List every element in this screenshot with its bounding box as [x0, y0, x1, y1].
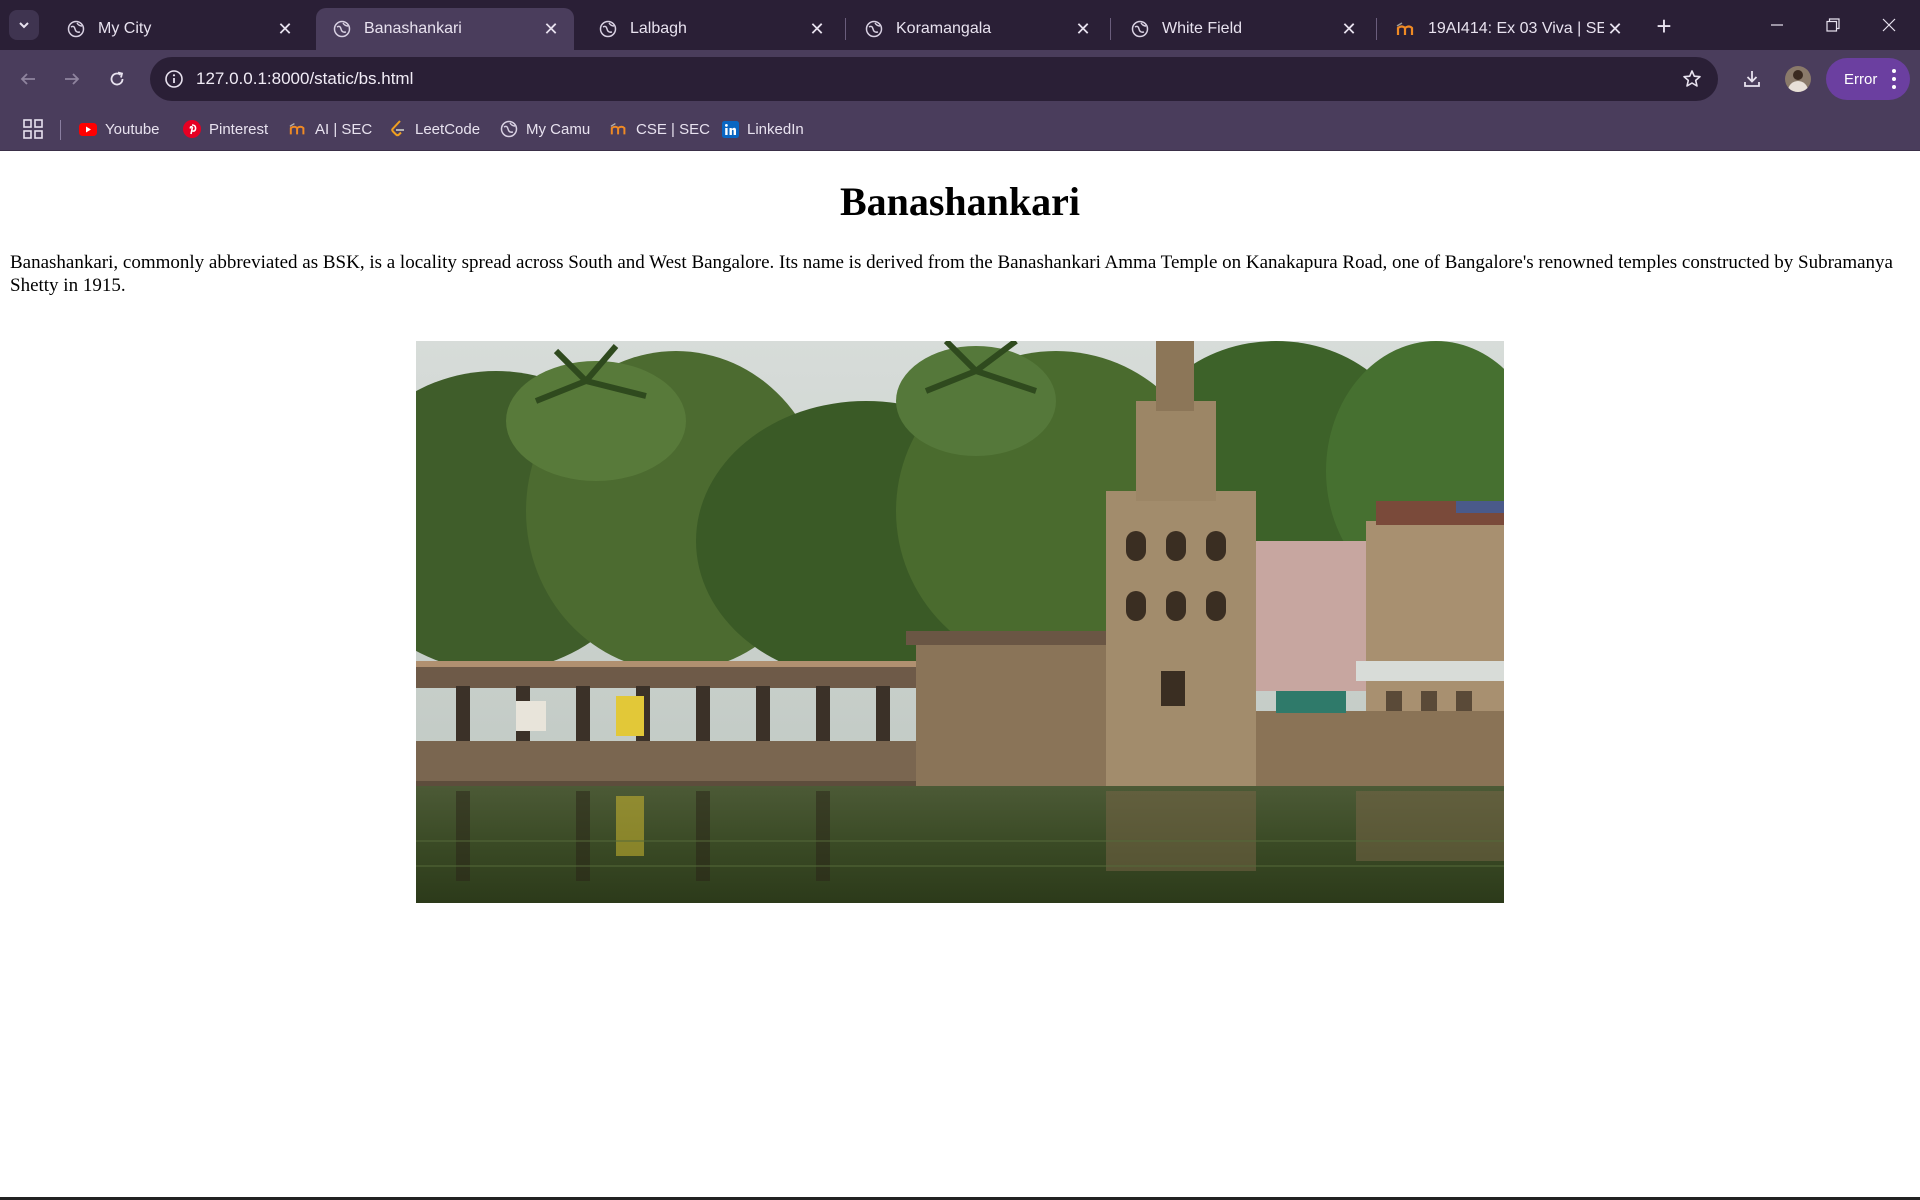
arrow-left-icon	[20, 73, 35, 85]
bookmark-linkedin[interactable]: LinkedIn	[721, 116, 804, 142]
tab-title: Koramangala	[896, 20, 992, 37]
bookmark-label: Youtube	[105, 120, 160, 138]
close-window-button[interactable]	[1867, 8, 1911, 42]
tab-my-city[interactable]: My City ✕	[50, 8, 308, 50]
downloads-button[interactable]	[1738, 65, 1766, 93]
bookmark-pinterest[interactable]: Pinterest	[183, 116, 268, 142]
globe-icon	[598, 19, 618, 39]
chevron-down-icon	[19, 22, 29, 29]
bookmark-label: My Camu	[526, 120, 591, 138]
address-bar[interactable]: 127.0.0.1:8000/static/bs.html	[150, 57, 1718, 101]
bookmark-ai-sec[interactable]: AI | SEC	[289, 116, 372, 142]
tab-koramangala[interactable]: Koramangala ✕	[848, 8, 1106, 50]
moodle-icon	[289, 120, 307, 138]
close-icon[interactable]: ✕	[1604, 18, 1626, 40]
error-menu-button[interactable]: Error	[1826, 58, 1910, 100]
url-text[interactable]: 127.0.0.1:8000/static/bs.html	[196, 69, 413, 89]
temple-photo	[416, 341, 1504, 903]
bookmarks-separator	[60, 120, 61, 140]
bookmark-label: AI | SEC	[315, 120, 373, 138]
close-icon	[1882, 18, 1896, 32]
close-icon[interactable]: ✕	[1338, 18, 1360, 40]
globe-icon	[332, 19, 352, 39]
tab-search-button[interactable]	[9, 10, 39, 40]
bookmark-label: LeetCode	[415, 120, 481, 138]
close-icon[interactable]: ✕	[1072, 18, 1094, 40]
browser-toolbar: 127.0.0.1:8000/static/bs.html Error	[0, 50, 1920, 108]
linkedin-icon	[721, 120, 739, 138]
new-tab-button[interactable]: +	[1650, 10, 1678, 41]
bookmark-youtube[interactable]: Youtube	[79, 116, 160, 142]
bookmarks-bar: Youtube Pinterest AI | SEC LeetCode My C…	[0, 108, 1920, 151]
page-content: Banashankari Banashankari, commonly abbr…	[0, 151, 1920, 1200]
forward-button[interactable]	[56, 63, 88, 95]
restore-icon	[1826, 18, 1840, 32]
bookmark-leetcode[interactable]: LeetCode	[389, 116, 480, 142]
error-label: Error	[1844, 70, 1878, 88]
more-vert-icon	[1892, 69, 1896, 89]
pinterest-icon	[183, 120, 201, 138]
bookmark-star-icon[interactable]	[1680, 67, 1704, 91]
close-icon[interactable]: ✕	[806, 18, 828, 40]
arrow-right-icon	[65, 73, 80, 85]
reload-button[interactable]	[101, 63, 133, 95]
tab-title: Banashankari	[364, 20, 462, 37]
site-info-icon[interactable]	[162, 67, 186, 91]
profile-avatar[interactable]	[1785, 66, 1811, 92]
apps-grid-icon[interactable]	[22, 118, 44, 140]
minimize-icon	[1771, 24, 1783, 26]
globe-icon	[1130, 19, 1150, 39]
globe-icon	[66, 19, 86, 39]
tab-title: White Field	[1162, 20, 1243, 37]
tab-strip: My City ✕ Banashankari ✕ Lalbagh ✕ Koram…	[0, 0, 1920, 50]
restore-button[interactable]	[1811, 8, 1855, 42]
bookmark-cse-sec[interactable]: CSE | SEC	[610, 116, 710, 142]
youtube-icon	[79, 120, 97, 138]
tab-separator	[845, 18, 846, 40]
minimize-button[interactable]	[1755, 8, 1799, 42]
tab-banashankari[interactable]: Banashankari ✕	[316, 8, 574, 50]
tab-title: 19AI414: Ex 03 Viva | SEC	[1428, 20, 1604, 37]
back-button[interactable]	[12, 63, 44, 95]
close-icon[interactable]: ✕	[274, 18, 296, 40]
moodle-icon	[610, 120, 628, 138]
tab-title: Lalbagh	[630, 20, 687, 37]
globe-icon	[864, 19, 884, 39]
bookmark-label: LinkedIn	[747, 120, 804, 138]
globe-icon	[500, 120, 518, 138]
download-icon	[1744, 71, 1760, 87]
bookmark-my-camu[interactable]: My Camu	[500, 116, 590, 142]
page-paragraph: Banashankari, commonly abbreviated as BS…	[10, 252, 1893, 296]
tab-title: My City	[98, 20, 152, 37]
plus-icon: +	[1656, 10, 1672, 41]
page-title: Banashankari	[839, 179, 1081, 224]
leetcode-icon	[389, 120, 407, 138]
tab-white-field[interactable]: White Field ✕	[1114, 8, 1372, 50]
bookmark-label: Pinterest	[209, 120, 269, 138]
reload-icon	[110, 71, 124, 86]
tab-separator	[1110, 18, 1111, 40]
moodle-icon	[1396, 19, 1416, 39]
tab-viva-sec[interactable]: 19AI414: Ex 03 Viva | SEC ✕	[1380, 8, 1638, 50]
tab-separator	[1376, 18, 1377, 40]
temple-pond-image	[416, 341, 1504, 903]
tab-lalbagh[interactable]: Lalbagh ✕	[582, 8, 840, 50]
bookmark-label: CSE | SEC	[636, 120, 710, 138]
close-icon[interactable]: ✕	[540, 18, 562, 40]
